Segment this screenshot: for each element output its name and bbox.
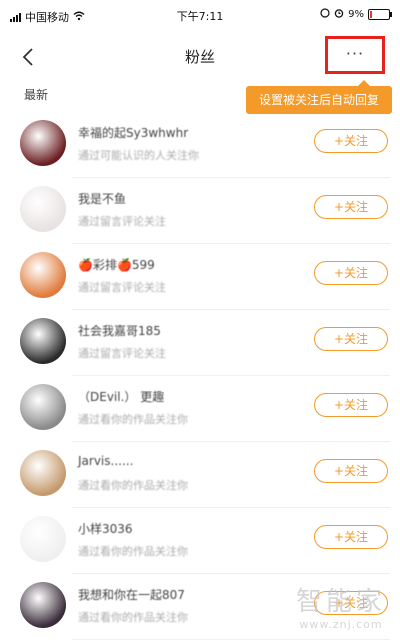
follow-button[interactable]: +关注	[314, 525, 388, 549]
battery-icon	[368, 9, 392, 20]
battery-fill	[370, 11, 372, 18]
follow-button[interactable]: +关注	[314, 195, 388, 219]
avatar[interactable]	[20, 252, 66, 298]
fan-row[interactable]: 小样3036 通过看你的作品关注你 +关注	[0, 508, 400, 574]
fan-row[interactable]: 🍎彩排🍎599 通过留言评论关注 +关注	[0, 244, 400, 310]
fan-name[interactable]: 🍎彩排🍎599	[78, 256, 155, 273]
battery-percent: 9%	[348, 9, 364, 20]
fan-name[interactable]: Jarvis......	[78, 454, 133, 468]
fan-subtitle: 通过留言评论关注	[78, 215, 166, 228]
status-bar: 中国移动 下午7:11 9%	[0, 0, 400, 30]
avatar[interactable]	[20, 384, 66, 430]
follow-button[interactable]: +关注	[314, 459, 388, 483]
fan-row[interactable]: 我是不鱼通过留言评论关注 +关注	[0, 178, 400, 244]
follow-button[interactable]: +关注	[314, 129, 388, 153]
fan-row[interactable]: （DEvil.） 更趣通过看你的作品关注你 +关注	[0, 376, 400, 442]
watermark: 智能家 www.znj.com	[296, 581, 386, 631]
status-right: 9%	[320, 8, 392, 21]
fan-subtitle: 通过看你的作品关注你	[78, 545, 188, 558]
fan-name[interactable]: （DEvil.） 更趣	[78, 388, 164, 405]
avatar[interactable]	[20, 318, 66, 364]
fan-name[interactable]: 小样3036	[78, 520, 133, 537]
avatar[interactable]	[20, 516, 66, 562]
lock-rotation-icon	[320, 8, 330, 21]
fan-subtitle: 通过留言评论关注	[78, 347, 166, 360]
watermark-url: www.znj.com	[299, 618, 383, 631]
avatar[interactable]	[20, 450, 66, 496]
fan-name[interactable]: 社会我嘉哥185	[78, 322, 161, 339]
fan-subtitle: 通过看你的作品关注你	[78, 479, 188, 492]
avatar[interactable]	[20, 120, 66, 166]
avatar[interactable]	[20, 186, 66, 232]
fan-name[interactable]: 我是不鱼	[78, 190, 126, 207]
fans-list: 幸福的起Sy3whwhr 通过可能认识的人关注你 +关注 我是不鱼 通过留言评论关注 +关…	[0, 112, 400, 640]
alarm-icon	[334, 8, 344, 21]
follow-button[interactable]: +关注	[314, 393, 388, 417]
auto-reply-tooltip[interactable]: 设置被关注后自动回复	[246, 80, 392, 114]
watermark-title: 智能家	[295, 587, 386, 617]
avatar[interactable]	[20, 582, 66, 628]
fan-subtitle: 通过看你的作品关注你	[78, 413, 188, 426]
section-label: 最新	[24, 88, 49, 102]
fan-name[interactable]: 我想和你在一起807	[78, 586, 185, 603]
follow-button[interactable]: +关注	[314, 327, 388, 351]
follow-button[interactable]: +关注	[314, 261, 388, 285]
more-button-highlight[interactable]: ···	[325, 36, 385, 74]
fan-name[interactable]: 幸福的起Sy3whwhr	[78, 124, 188, 141]
fan-subtitle: 通过看你的作品关注你	[78, 611, 188, 624]
fan-row[interactable]: 幸福的起Sy3whwhr 通过可能认识的人关注你 +关注	[0, 112, 400, 178]
fan-subtitle: 通过留言评论关注	[78, 281, 166, 294]
more-dots-icon[interactable]: ···	[328, 44, 382, 63]
fan-row[interactable]: Jarvis...... 通过看你的作品关注你 +关注	[0, 442, 400, 508]
tooltip-text[interactable]: 设置被关注后自动回复	[259, 93, 379, 107]
fan-subtitle: 通过可能认识的人关注你	[78, 149, 199, 162]
fan-row[interactable]: 社会我嘉哥185 通过留言评论关注 +关注	[0, 310, 400, 376]
